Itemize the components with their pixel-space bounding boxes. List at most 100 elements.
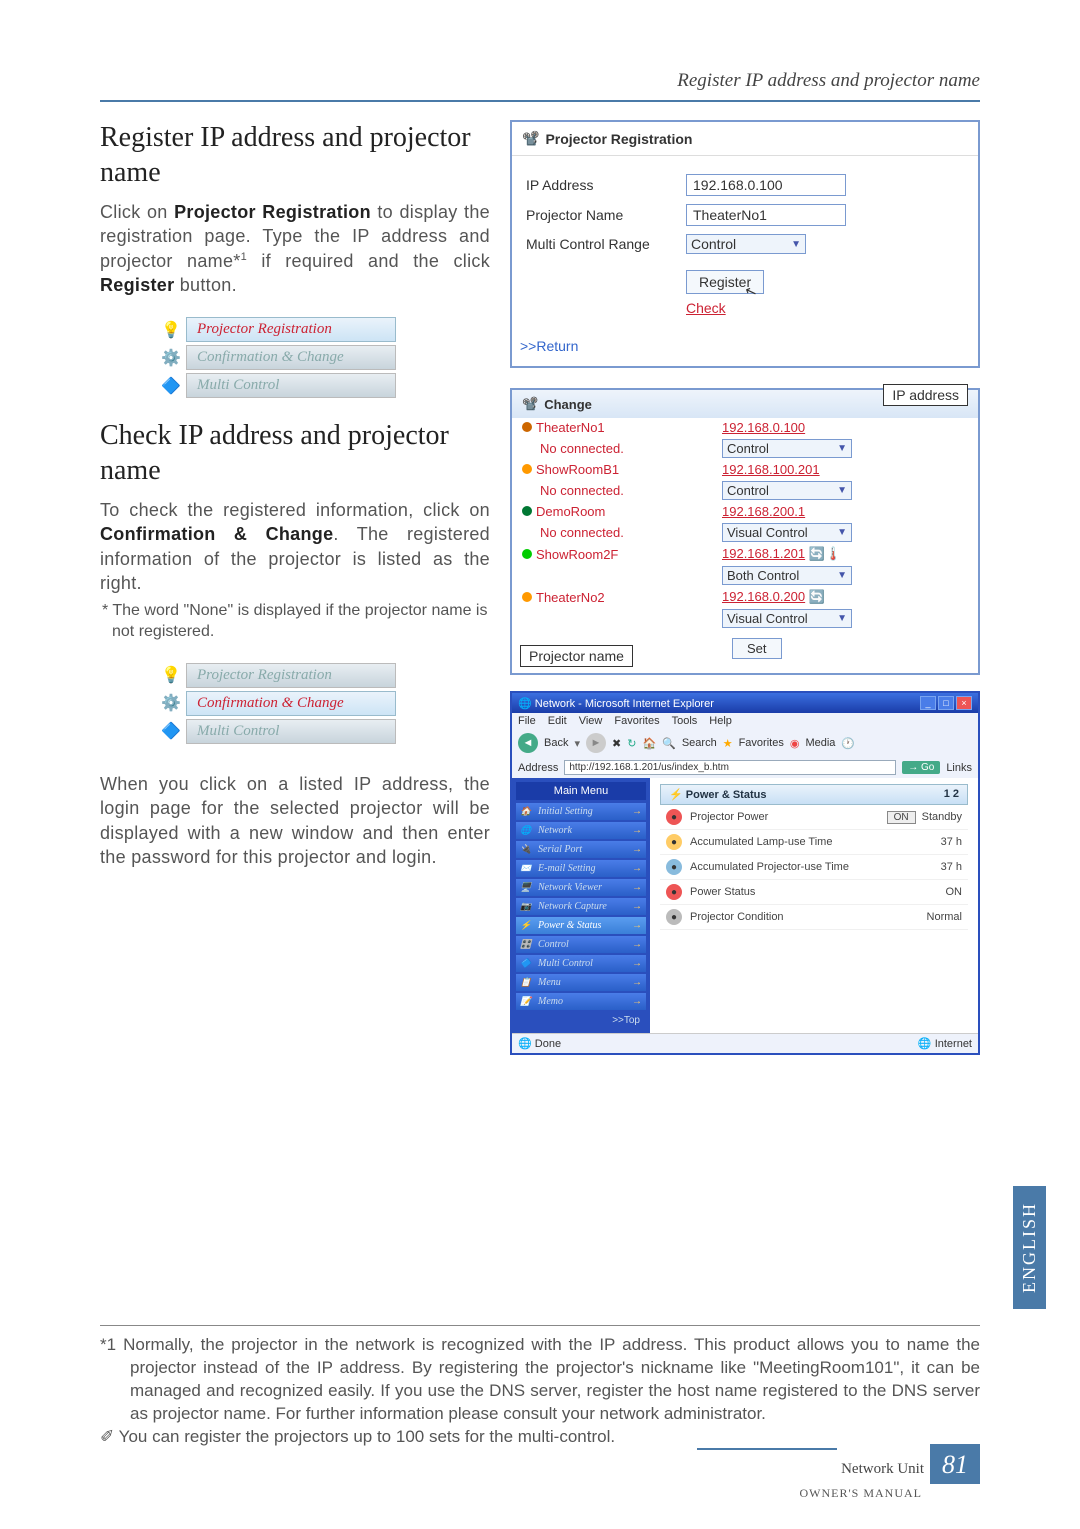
media-icon[interactable]: ◉ bbox=[790, 737, 800, 750]
return-link[interactable]: >>Return bbox=[512, 326, 978, 366]
footnotes: *1 Normally, the projector in the networ… bbox=[100, 1325, 980, 1449]
dialog-title-text: Projector Registration bbox=[545, 131, 692, 147]
menu-help[interactable]: Help bbox=[709, 715, 732, 727]
multi-icon: 🔷 bbox=[160, 375, 182, 397]
register-button[interactable]: Register↖ bbox=[686, 270, 764, 294]
running-header: Register IP address and projector name bbox=[100, 70, 980, 92]
section1-para: Click on Projector Registration to displ… bbox=[100, 200, 490, 297]
set-button[interactable]: Set bbox=[732, 638, 782, 659]
sidemenu-item[interactable]: 📷Network Capture→ bbox=[516, 898, 646, 915]
history-icon[interactable]: 🕐 bbox=[841, 737, 855, 750]
menu-tools[interactable]: Tools bbox=[672, 715, 698, 727]
menu-favorites[interactable]: Favorites bbox=[614, 715, 659, 727]
multi-control-range-select[interactable]: Control▼ bbox=[686, 234, 806, 254]
status-row: ●Projector ConditionNormal bbox=[660, 905, 968, 930]
projector-icon: 📽️ bbox=[522, 396, 538, 412]
cursor-icon: ↖ bbox=[742, 282, 759, 302]
minimize-button[interactable]: _ bbox=[920, 696, 936, 710]
projector-status-row: No connected.Control▼ bbox=[512, 479, 978, 502]
projector-registration-dialog: 📽️Projector Registration IP Address192.1… bbox=[510, 120, 980, 368]
sidemenu-item[interactable]: 🔷Multi Control→ bbox=[516, 955, 646, 972]
menu-confirmation-change[interactable]: Confirmation & Change bbox=[186, 345, 396, 370]
status-done: Done bbox=[535, 1038, 561, 1050]
sidemenu-item[interactable]: ⚡Power & Status→ bbox=[516, 917, 646, 934]
home-icon[interactable]: 🏠 bbox=[642, 737, 656, 750]
sidemenu-item[interactable]: 📝Memo→ bbox=[516, 993, 646, 1010]
menu-file[interactable]: File bbox=[518, 715, 536, 727]
address-input[interactable]: http://192.168.1.201/us/index_b.htm bbox=[564, 760, 896, 775]
txt: Click on bbox=[100, 202, 174, 222]
sidemenu-item[interactable]: 🎛️Control→ bbox=[516, 936, 646, 953]
maximize-button[interactable]: □ bbox=[938, 696, 954, 710]
top-link[interactable]: >>Top bbox=[516, 1012, 646, 1029]
sidemenu-item[interactable]: 🌐Network→ bbox=[516, 822, 646, 839]
favorites-label: Favorites bbox=[739, 737, 784, 749]
page-nav[interactable]: 1 2 bbox=[944, 788, 959, 801]
menu-confirmation-change-2[interactable]: Confirmation & Change bbox=[186, 691, 396, 716]
menu-projector-registration[interactable]: Projector Registration bbox=[186, 317, 396, 342]
done-icon: 🌐 bbox=[518, 1038, 532, 1050]
control-select[interactable]: Visual Control▼ bbox=[722, 523, 852, 542]
back-label: Back bbox=[544, 737, 568, 749]
favorites-icon[interactable]: ★ bbox=[723, 737, 733, 750]
check-link[interactable]: Check bbox=[686, 300, 726, 316]
sidemenu-header: Main Menu bbox=[516, 782, 646, 800]
control-select[interactable]: Both Control▼ bbox=[722, 566, 852, 585]
footnote-1: *1 Normally, the projector in the networ… bbox=[100, 1334, 980, 1426]
on-button[interactable]: ON bbox=[887, 811, 916, 824]
browser-title-text: Network - Microsoft Internet Explorer bbox=[535, 698, 714, 710]
projector-name-row: ShowRoom2F192.168.1.201 🔄🌡️ bbox=[512, 544, 978, 564]
status-row: ●Accumulated Lamp-use Time37 h bbox=[660, 830, 968, 855]
browser-sidemenu: Main Menu 🏠Initial Setting→ 🌐Network→ 🔌Ser… bbox=[512, 778, 650, 1033]
go-label: Go bbox=[921, 762, 934, 773]
section1-title: Register IP address and projector name bbox=[100, 120, 490, 190]
go-button[interactable]: → Go bbox=[902, 761, 940, 774]
multi-control-range-label: Multi Control Range bbox=[526, 236, 686, 252]
ip-link[interactable]: 192.168.200.1 bbox=[722, 504, 805, 519]
main-head-text: Power & Status bbox=[686, 789, 767, 801]
projector-name-input[interactable]: TheaterNo1 bbox=[686, 204, 846, 226]
control-select[interactable]: Visual Control▼ bbox=[722, 609, 852, 628]
menu-projector-registration-2[interactable]: Projector Registration bbox=[186, 663, 396, 688]
control-select[interactable]: Control▼ bbox=[722, 439, 852, 458]
refresh-icon[interactable]: 🔄 bbox=[809, 546, 825, 561]
section3-para: When you click on a listed IP address, t… bbox=[100, 772, 490, 869]
ip-address-input[interactable]: 192.168.0.100 bbox=[686, 174, 846, 196]
sidemenu-item[interactable]: ✉️E-mail Setting→ bbox=[516, 860, 646, 877]
search-icon[interactable]: 🔍 bbox=[662, 737, 676, 750]
page-number: 81 bbox=[930, 1444, 980, 1484]
control-select[interactable]: Control▼ bbox=[722, 481, 852, 500]
sidemenu-item[interactable]: 🔌Serial Port→ bbox=[516, 841, 646, 858]
menu-multi-control[interactable]: Multi Control bbox=[186, 373, 396, 398]
ip-link[interactable]: 192.168.1.201 bbox=[722, 546, 805, 561]
refresh-icon[interactable]: 🔄 bbox=[809, 589, 825, 604]
txt: button. bbox=[174, 275, 236, 295]
menu-view[interactable]: View bbox=[579, 715, 603, 727]
ie-icon: 🌐 bbox=[518, 698, 532, 710]
sidemenu-item[interactable]: 📋Menu→ bbox=[516, 974, 646, 991]
projector-status-row: Visual Control▼ bbox=[512, 607, 978, 630]
projector-name-row: ShowRoomB1192.168.100.201 bbox=[512, 460, 978, 479]
header-rule bbox=[100, 100, 980, 102]
ip-link[interactable]: 192.168.0.200 bbox=[722, 589, 805, 604]
back-button[interactable]: ◄ bbox=[518, 733, 538, 753]
ip-link[interactable]: 192.168.0.100 bbox=[722, 420, 805, 435]
menu-multi-control-2[interactable]: Multi Control bbox=[186, 719, 396, 744]
ip-link[interactable]: 192.168.100.201 bbox=[722, 462, 820, 477]
close-button[interactable]: × bbox=[956, 696, 972, 710]
refresh-icon[interactable]: ↻ bbox=[627, 737, 636, 750]
sidemenu-item[interactable]: 🖥️Network Viewer→ bbox=[516, 879, 646, 896]
bulb-icon: 💡 bbox=[160, 319, 182, 341]
menu-edit[interactable]: Edit bbox=[548, 715, 567, 727]
links-label[interactable]: Links bbox=[946, 762, 972, 774]
internet-icon: 🌐 bbox=[918, 1038, 932, 1050]
forward-button[interactable]: ► bbox=[586, 733, 606, 753]
browser-toolbar: ◄ Back▾ ► ✖ ↻ 🏠 🔍Search ★Favorites ◉Medi… bbox=[512, 729, 978, 757]
projector-name-row: TheaterNo2192.168.0.200 🔄 bbox=[512, 587, 978, 607]
projector-name-callout: Projector name bbox=[520, 645, 633, 667]
search-label: Search bbox=[682, 737, 717, 749]
stop-icon[interactable]: ✖ bbox=[612, 737, 621, 750]
gear-icon: ⚙️ bbox=[160, 692, 182, 714]
ip-address-callout: IP address bbox=[883, 384, 968, 406]
sidemenu-item[interactable]: 🏠Initial Setting→ bbox=[516, 803, 646, 820]
